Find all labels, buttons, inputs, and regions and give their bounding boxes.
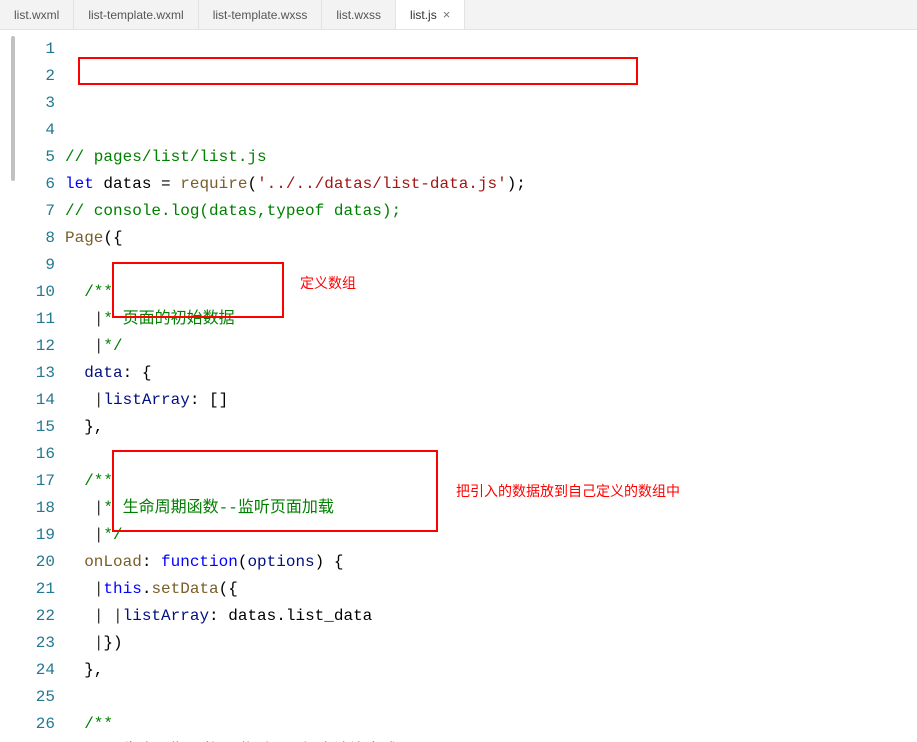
line-number: 19 bbox=[0, 522, 55, 549]
tab-list-template-wxml[interactable]: list-template.wxml bbox=[74, 0, 198, 29]
line-number: 14 bbox=[0, 387, 55, 414]
code-line[interactable]: |* 页面的初始数据 bbox=[65, 306, 917, 333]
tab-list-template-wxss[interactable]: list-template.wxss bbox=[199, 0, 323, 29]
code-line[interactable]: /** bbox=[65, 468, 917, 495]
tab-label: list.wxss bbox=[336, 8, 381, 22]
line-number: 20 bbox=[0, 549, 55, 576]
code-line[interactable]: data: { bbox=[65, 360, 917, 387]
code-line[interactable]: |* 生命周期函数--监听页面加载 bbox=[65, 495, 917, 522]
editor-window: list.wxml list-template.wxml list-template… bbox=[0, 0, 917, 742]
code-line[interactable]: |listArray: [] bbox=[65, 387, 917, 414]
line-number: 9 bbox=[0, 252, 55, 279]
line-number-gutter: 1234567891011121314151617181920212223242… bbox=[0, 30, 65, 742]
code-line[interactable]: | |listArray: datas.list_data bbox=[65, 603, 917, 630]
tab-list-wxml[interactable]: list.wxml bbox=[0, 0, 74, 29]
line-number: 5 bbox=[0, 144, 55, 171]
code-editor[interactable]: 1234567891011121314151617181920212223242… bbox=[0, 30, 917, 742]
line-number: 11 bbox=[0, 306, 55, 333]
code-line[interactable]: }, bbox=[65, 414, 917, 441]
line-number: 10 bbox=[0, 279, 55, 306]
code-line[interactable]: // console.log(datas,typeof datas); bbox=[65, 198, 917, 225]
line-number: 25 bbox=[0, 684, 55, 711]
line-number: 15 bbox=[0, 414, 55, 441]
tab-bar: list.wxml list-template.wxml list-template… bbox=[0, 0, 917, 30]
tab-list-wxss[interactable]: list.wxss bbox=[322, 0, 396, 29]
line-number: 26 bbox=[0, 711, 55, 738]
line-number: 21 bbox=[0, 576, 55, 603]
line-number: 4 bbox=[0, 117, 55, 144]
tab-label: list.js bbox=[410, 8, 437, 22]
code-line[interactable] bbox=[65, 441, 917, 468]
line-number: 8 bbox=[0, 225, 55, 252]
code-line[interactable]: |* 生命周期函数--监听页面初次渲染完成 bbox=[65, 738, 917, 742]
tab-label: list-template.wxss bbox=[213, 8, 308, 22]
code-line[interactable] bbox=[65, 252, 917, 279]
line-number: 7 bbox=[0, 198, 55, 225]
code-line[interactable]: // pages/list/list.js bbox=[65, 144, 917, 171]
code-line[interactable]: |*/ bbox=[65, 522, 917, 549]
code-line[interactable]: /** bbox=[65, 711, 917, 738]
line-number: 18 bbox=[0, 495, 55, 522]
code-line[interactable]: |}) bbox=[65, 630, 917, 657]
line-number: 17 bbox=[0, 468, 55, 495]
line-number: 24 bbox=[0, 657, 55, 684]
line-number: 1 bbox=[0, 36, 55, 63]
line-number: 16 bbox=[0, 441, 55, 468]
code-line[interactable] bbox=[65, 684, 917, 711]
line-number: 2 bbox=[0, 63, 55, 90]
line-number: 22 bbox=[0, 603, 55, 630]
line-number: 12 bbox=[0, 333, 55, 360]
close-icon[interactable]: × bbox=[443, 7, 451, 22]
code-line[interactable]: Page({ bbox=[65, 225, 917, 252]
line-number: 3 bbox=[0, 90, 55, 117]
line-number: 23 bbox=[0, 630, 55, 657]
code-line[interactable]: |this.setData({ bbox=[65, 576, 917, 603]
code-line[interactable]: }, bbox=[65, 657, 917, 684]
line-number: 6 bbox=[0, 171, 55, 198]
line-number: 13 bbox=[0, 360, 55, 387]
code-line[interactable]: |*/ bbox=[65, 333, 917, 360]
annotation-box-1 bbox=[78, 57, 638, 85]
code-line[interactable]: let datas = require('../../datas/list-da… bbox=[65, 171, 917, 198]
code-line[interactable]: /** bbox=[65, 279, 917, 306]
tab-label: list.wxml bbox=[14, 8, 59, 22]
code-area[interactable]: // pages/list/list.jslet datas = require… bbox=[65, 30, 917, 742]
tab-label: list-template.wxml bbox=[88, 8, 183, 22]
tab-list-js[interactable]: list.js × bbox=[396, 0, 465, 29]
code-line[interactable]: onLoad: function(options) { bbox=[65, 549, 917, 576]
scrollbar-thumb[interactable] bbox=[11, 36, 15, 181]
